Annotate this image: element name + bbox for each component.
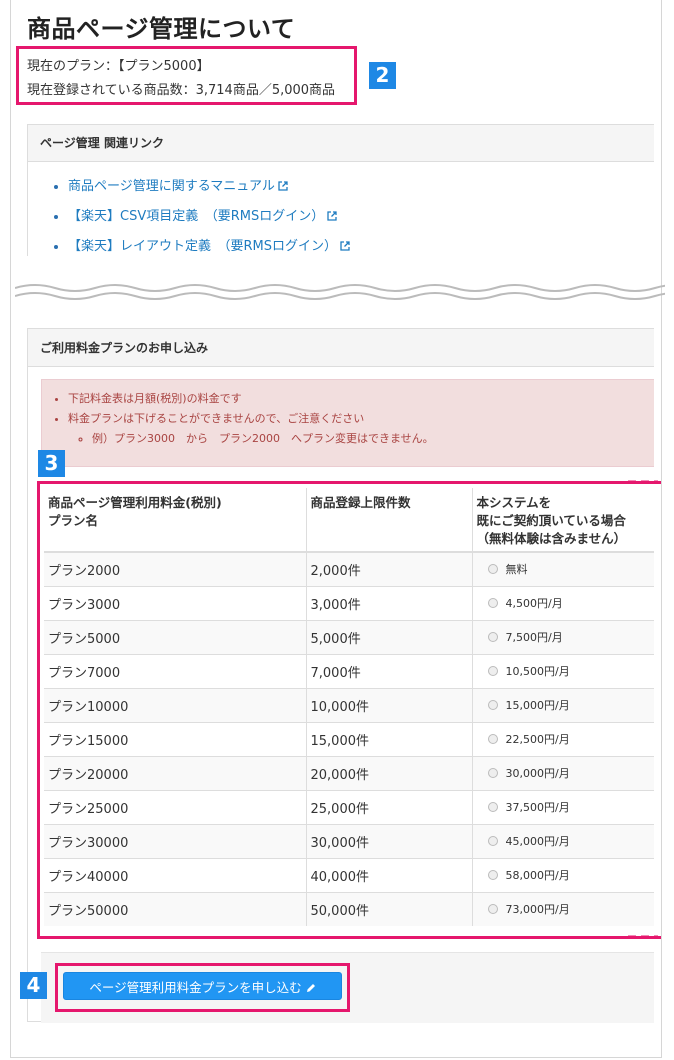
highlight-plan-table [37,481,661,939]
notice-list: 下記料金表は月額(税別)の料金です 料金プランは下げることができませんので、ご注… [42,389,654,449]
related-links-list: 商品ページ管理に関するマニュアル 【楽天】CSV項目定義 （要RMSログイン） … [28,172,654,262]
highlight-dash-right [628,480,658,939]
external-link-icon [327,211,337,221]
step-marker-4: 4 [20,972,47,999]
apply-plan-button[interactable]: ページ管理利用料金プランを申し込む [63,972,342,1000]
step-marker-2: 2 [369,62,396,89]
layout-definition-link[interactable]: 【楽天】レイアウト定義 （要RMSログイン） [68,239,337,254]
step-marker-3: 3 [38,450,65,477]
external-link-icon [340,241,350,251]
external-link-icon [278,181,288,191]
related-links-panel: ページ管理 関連リンク 商品ページ管理に関するマニュアル 【楽天】CSV項目定義… [27,124,654,256]
csv-definition-link[interactable]: 【楽天】CSV項目定義 （要RMSログイン） [68,209,324,224]
highlight-plan-info [16,46,357,105]
page-title: 商品ページ管理について [27,15,296,43]
notice-item: 料金プランは下げることができませんので、ご注意ください 例）プラン3000 から… [68,409,654,449]
related-links-heading: ページ管理 関連リンク [28,125,654,162]
wavy-divider [15,284,665,300]
notice-sub-item: 例）プラン3000 から プラン2000 へプラン変更はできません。 [92,429,654,449]
notice-item: 下記料金表は月額(税別)の料金です [68,389,654,409]
pencil-icon [306,983,315,992]
plan-apply-heading: ご利用料金プランのお申し込み [28,329,654,367]
manual-link[interactable]: 商品ページ管理に関するマニュアル [68,179,275,194]
link-item-layout: 【楽天】レイアウト定義 （要RMSログイン） [68,232,654,262]
link-item-manual: 商品ページ管理に関するマニュアル [68,172,654,202]
link-item-csv: 【楽天】CSV項目定義 （要RMSログイン） [68,202,654,232]
plan-notice-alert: 下記料金表は月額(税別)の料金です 料金プランは下げることができませんので、ご注… [41,379,654,467]
